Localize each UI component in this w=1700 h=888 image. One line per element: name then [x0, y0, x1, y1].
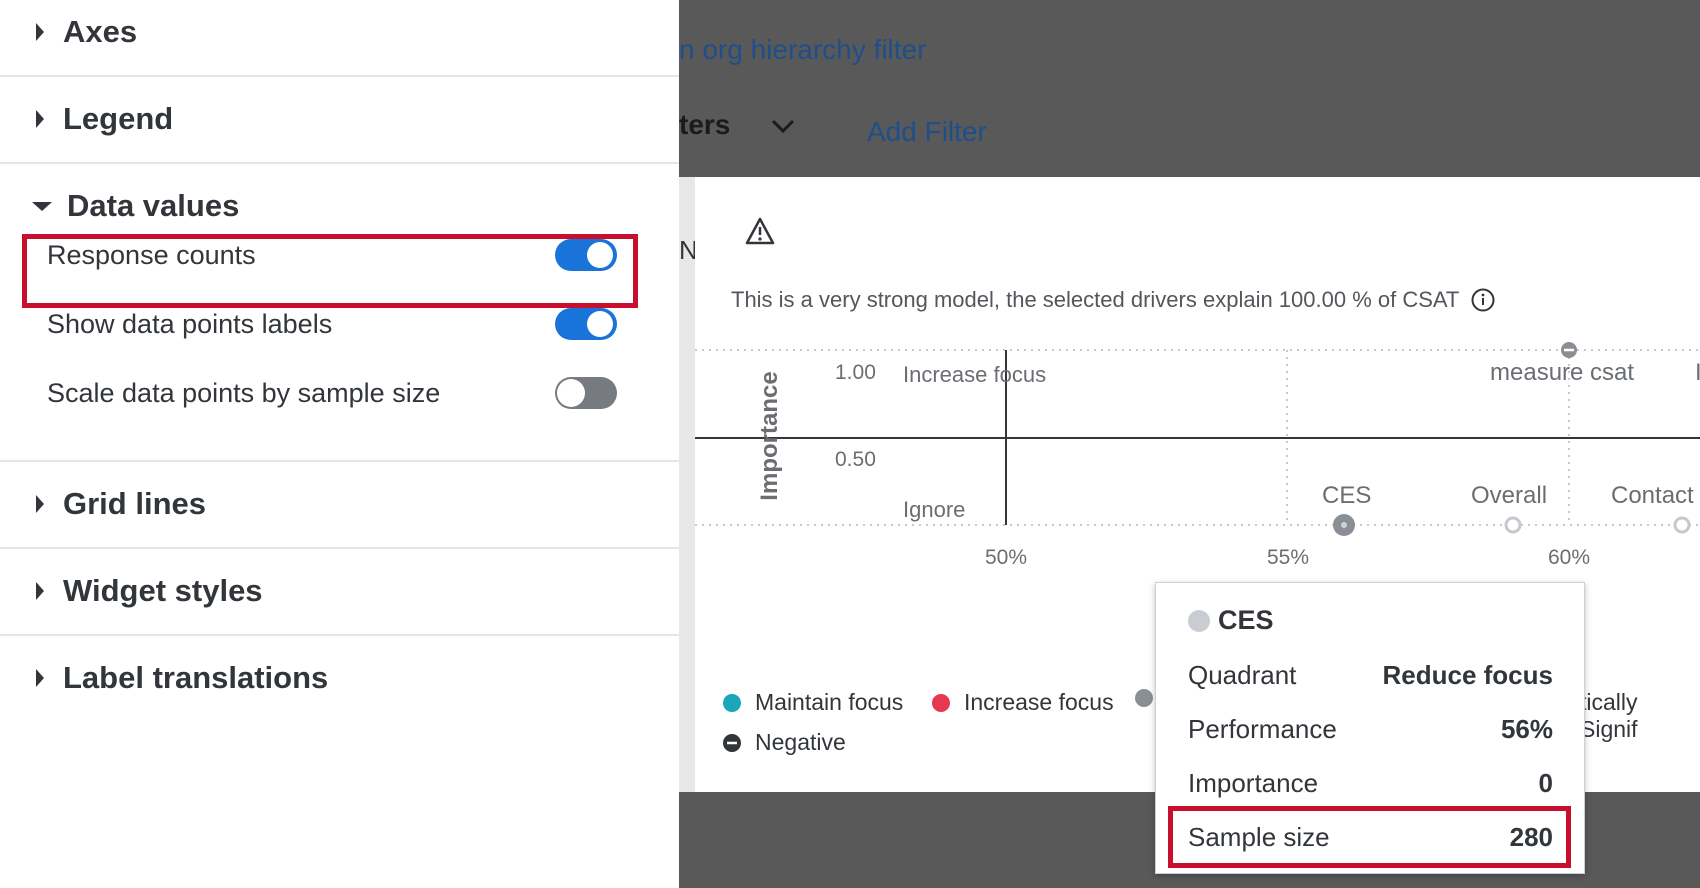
toggle-knob [587, 311, 613, 337]
contact-point[interactable] [1673, 516, 1691, 534]
driver-chart-plot [695, 342, 1700, 536]
y-axis-label-container: Importance [750, 362, 790, 512]
tooltip-header: CES [1188, 605, 1274, 636]
grey-dot-icon [1135, 689, 1153, 707]
caret-right-icon [36, 110, 44, 128]
caret-right-icon [36, 23, 44, 41]
tooltip-value: Reduce focus [1382, 660, 1554, 690]
point-label-cut: I [1695, 359, 1700, 386]
toggle-row-scale-points: Scale data points by sample size [47, 363, 617, 423]
point-label-measure-csat: measure csat [1490, 359, 1635, 386]
toggle-label: Scale data points by sample size [47, 377, 441, 408]
quadrant-label-ignore: Ignore [903, 497, 966, 522]
negative-icon [723, 733, 741, 752]
tooltip-value: 0 [1538, 768, 1553, 798]
red-dot-icon [932, 693, 950, 712]
org-hierarchy-filter-link[interactable]: n org hierarchy filter [679, 34, 926, 66]
toggle-label: Show data points labels [47, 308, 333, 339]
caret-right-icon [36, 582, 44, 600]
caret-right-icon [36, 669, 44, 687]
highlight-box [22, 234, 638, 308]
section-title: Grid lines [63, 486, 206, 521]
section-header-legend[interactable]: Legend [36, 101, 173, 137]
section-title: Legend [63, 101, 174, 136]
legend-item-maintain-focus[interactable]: Maintain focus [723, 689, 903, 716]
section-header-widget-styles[interactable]: Widget styles [36, 573, 263, 609]
y-axis-label: Importance [756, 371, 783, 501]
legend-label: Negative [755, 729, 846, 755]
card-tab-strip: N [679, 177, 698, 792]
legend-item-negative[interactable]: Negative [723, 729, 846, 756]
section-label-translations: Label translations [0, 636, 679, 721]
tooltip-row-performance: Performance 56% [1188, 714, 1553, 745]
grey-dot-icon [1188, 609, 1210, 632]
y-tick-label: 0.50 [835, 448, 876, 471]
section-header-data-values[interactable]: Data values [32, 188, 240, 224]
tooltip-label: Performance [1188, 714, 1337, 744]
overall-point[interactable] [1504, 516, 1522, 534]
show-data-point-labels-toggle[interactable] [555, 308, 617, 340]
tooltip-value: 56% [1500, 714, 1553, 744]
caret-right-icon [36, 495, 44, 513]
section-widget-styles: Widget styles [0, 549, 679, 636]
tooltip-row-importance: Importance 0 [1188, 768, 1553, 799]
section-header-axes[interactable]: Axes [36, 14, 137, 50]
tooltip-label: Importance [1188, 768, 1319, 798]
section-legend: Legend [0, 77, 679, 164]
legend-item-increase-focus[interactable]: Increase focus [932, 689, 1114, 716]
legend-label: Increase focus [964, 689, 1114, 715]
settings-panel: Axes Legend Data values Response counts … [0, 0, 679, 888]
x-tick-label: 55% [1267, 546, 1310, 569]
point-label-contact: Contact [1611, 482, 1694, 509]
legend-label: Maintain focus [755, 689, 904, 715]
x-tick-label: 60% [1548, 546, 1591, 569]
quadrant-label-increase-focus: Increase focus [903, 362, 1047, 387]
tooltip-row-quadrant: Quadrant Reduce focus [1188, 660, 1553, 691]
section-title: Label translations [63, 660, 329, 695]
section-header-label-translations[interactable]: Label translations [36, 660, 328, 696]
section-title: Axes [63, 14, 138, 49]
section-axes: Axes [0, 0, 679, 77]
teal-dot-icon [723, 693, 741, 712]
tooltip-label: Quadrant [1188, 660, 1297, 690]
point-label-ces: CES [1322, 482, 1372, 509]
chevron-down-icon[interactable] [770, 118, 796, 134]
section-data-values: Data values Response counts Show data po… [0, 164, 679, 462]
section-title: Data values [67, 188, 240, 223]
legend-item-statistically-significant[interactable]: tically Signif [1580, 689, 1700, 743]
add-filter-link[interactable]: Add Filter [867, 116, 987, 148]
toggle-knob [557, 379, 585, 407]
y-tick-label: 1.00 [835, 361, 876, 384]
scale-data-points-toggle[interactable] [555, 377, 617, 409]
section-grid-lines: Grid lines [0, 462, 679, 549]
highlight-box [1168, 806, 1571, 868]
tooltip-title: CES [1218, 605, 1274, 635]
filters-label[interactable]: ters [679, 109, 730, 141]
ces-point-center [1341, 522, 1347, 528]
point-label-overall: Overall [1471, 482, 1548, 509]
x-tick-label: 50% [985, 546, 1028, 569]
section-header-grid-lines[interactable]: Grid lines [36, 486, 206, 522]
legend-label: tically Signif [1580, 689, 1638, 742]
caret-down-icon [32, 201, 52, 211]
section-title: Widget styles [63, 573, 263, 608]
